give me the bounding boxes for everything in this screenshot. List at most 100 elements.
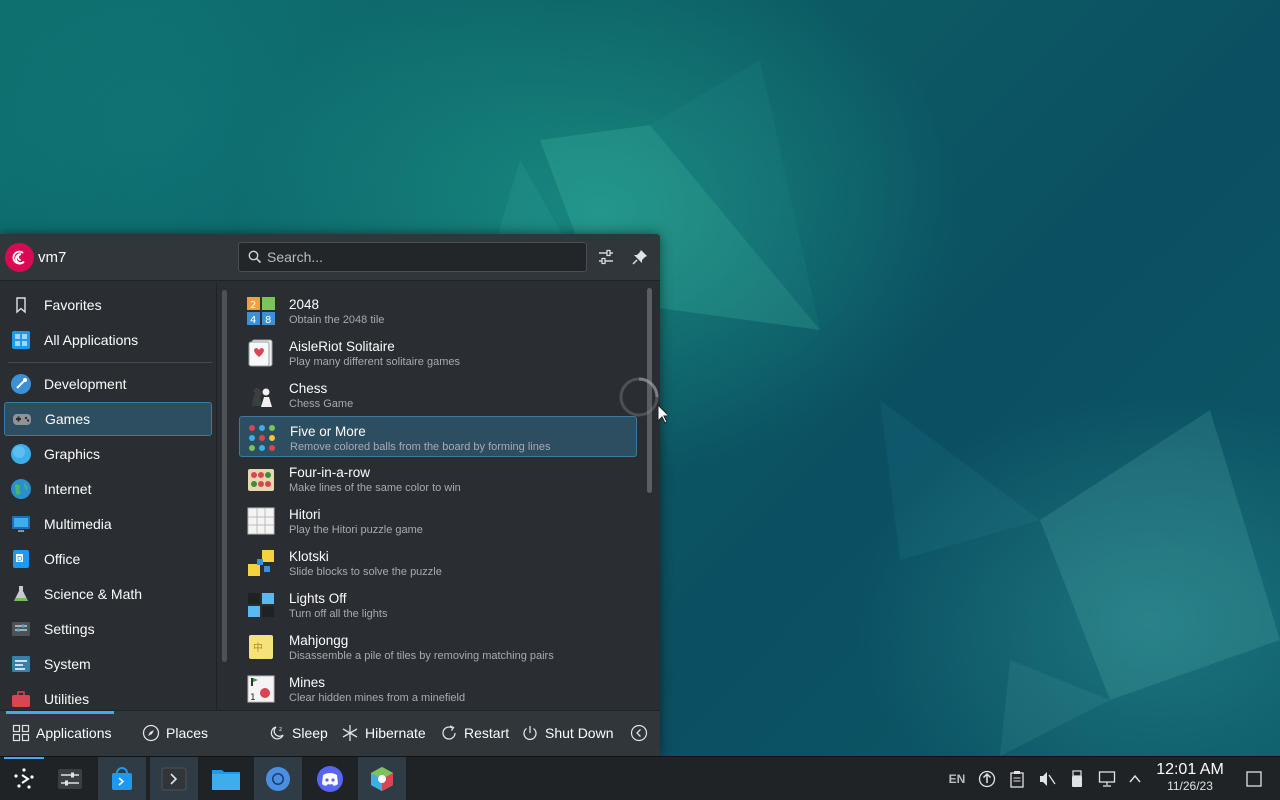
list-item[interactable]: 1 Mines Clear hidden mines from a minefi… <box>239 668 637 709</box>
taskbar-konsole[interactable] <box>150 757 198 800</box>
sidebar-item-settings[interactable]: Settings <box>4 612 212 646</box>
chess-icon <box>252 387 272 407</box>
list-item[interactable]: Four-in-a-row Make lines of the same col… <box>239 458 637 499</box>
sidebar-item-office[interactable]: D Office <box>4 542 212 576</box>
sidebar-item-games[interactable]: Games <box>4 402 212 436</box>
list-item[interactable]: AisleRiot Solitaire Play many different … <box>239 332 637 373</box>
flask-icon <box>14 586 28 601</box>
sidebar-item-favorites[interactable]: Favorites <box>4 288 212 322</box>
five-or-more-icon <box>249 425 275 451</box>
graphics-icon <box>11 444 31 464</box>
sidebar-item-label: Internet <box>44 481 92 497</box>
sidebar-item-label: Multimedia <box>44 516 112 532</box>
taskbar-discord[interactable] <box>306 757 354 800</box>
clipboard-icon <box>1010 771 1024 788</box>
sliders-icon <box>599 249 613 265</box>
show-desktop-button[interactable] <box>1244 769 1264 789</box>
search-box[interactable] <box>238 242 587 272</box>
sidebar-divider <box>8 362 212 363</box>
list-item[interactable]: 中 Mahjongg Disassemble a pile of tiles b… <box>239 626 637 667</box>
keyboard-layout-indicator[interactable]: EN <box>945 769 969 789</box>
pane-separator <box>216 282 217 710</box>
tray-updates[interactable] <box>976 769 998 789</box>
sidebar-item-internet[interactable]: Internet <box>4 472 212 506</box>
list-item[interactable]: Klotski Slide blocks to solve the puzzle <box>239 542 637 583</box>
shutdown-button[interactable]: Shut Down <box>521 724 613 742</box>
search-input[interactable] <box>267 243 577 271</box>
sidebar-item-utilities[interactable]: Utilities <box>4 682 212 710</box>
sidebar-scrollbar[interactable] <box>222 290 227 662</box>
app-name: 2048 <box>289 297 320 312</box>
network-wired-icon <box>1098 771 1116 787</box>
sidebar-item-science-math[interactable]: Science & Math <box>4 577 212 611</box>
list-item-selected[interactable]: Five or More Remove colored balls from t… <box>239 416 637 457</box>
hibernate-label: Hibernate <box>365 725 426 741</box>
chromium-icon <box>266 767 290 791</box>
snowflake-icon <box>342 725 358 741</box>
svg-text:4: 4 <box>250 315 256 326</box>
digital-clock[interactable]: 12:01 AM 11/26/23 <box>1152 761 1228 794</box>
svg-text:8: 8 <box>265 315 271 326</box>
chevron-up-icon <box>1129 774 1141 783</box>
tab-places[interactable]: Places <box>142 724 208 742</box>
svg-text:中: 中 <box>253 641 263 654</box>
lights-off-icon <box>248 593 274 617</box>
taskbar-system-settings[interactable] <box>46 757 94 800</box>
sidebar-item-label: Office <box>44 551 81 567</box>
app-name: Hitori <box>289 507 321 522</box>
compass-icon <box>142 724 160 742</box>
sidebar-item-graphics[interactable]: Graphics <box>4 437 212 471</box>
sidebar-item-development[interactable]: Development <box>4 367 212 401</box>
shutdown-label: Shut Down <box>545 725 614 741</box>
sidebar-item-label: Favorites <box>44 297 102 313</box>
discover-store-icon <box>112 767 132 790</box>
hibernate-button[interactable]: Hibernate <box>341 724 426 742</box>
restart-label: Restart <box>464 725 510 741</box>
development-icon <box>11 374 31 394</box>
app-description: Clear hidden mines from a minefield <box>289 692 466 704</box>
taskbar-file-manager[interactable] <box>202 757 250 800</box>
sidebar-item-all-applications[interactable]: All Applications <box>4 323 212 357</box>
mines-icon: 1 <box>247 675 275 703</box>
tray-removable-devices[interactable] <box>1066 769 1088 789</box>
app-description: Make lines of the same color to win <box>289 482 461 494</box>
sidebar-item-multimedia[interactable]: Multimedia <box>4 507 212 541</box>
app-description: Slide blocks to solve the puzzle <box>289 566 442 578</box>
launcher-active-indicator <box>4 757 44 759</box>
app-description: Obtain the 2048 tile <box>289 314 385 326</box>
list-item[interactable]: 2 4 8 2048 Obtain the 2048 tile <box>239 290 637 331</box>
avatar[interactable] <box>5 243 34 272</box>
list-item[interactable]: Hitori Play the Hitori puzzle game <box>239 500 637 541</box>
app-name: Lights Off <box>289 591 347 606</box>
sleep-button[interactable]: z Sleep <box>268 724 328 742</box>
launcher-button[interactable] <box>0 757 48 800</box>
sidebar-item-label: System <box>44 656 91 672</box>
tray-volume[interactable] <box>1036 769 1058 789</box>
list-item[interactable]: Lights Off Turn off all the lights <box>239 584 637 625</box>
svg-text:D: D <box>17 555 22 563</box>
taskbar-discover[interactable] <box>98 757 146 800</box>
app-description: Play the Hitori puzzle game <box>289 524 423 536</box>
active-tab-indicator <box>6 711 114 714</box>
kde-launcher-icon <box>14 768 34 789</box>
utilities-icon <box>12 691 30 707</box>
multimedia-icon <box>12 516 30 532</box>
configure-button[interactable] <box>595 246 617 268</box>
pin-button[interactable] <box>629 246 651 268</box>
taskbar-app-installer[interactable] <box>358 757 406 800</box>
applications-grid-icon <box>12 724 30 742</box>
taskbar-browser[interactable] <box>254 757 302 800</box>
launcher-header: vm7 <box>0 234 660 281</box>
list-item[interactable]: Chess Chess Game <box>239 374 637 415</box>
more-options-button[interactable] <box>630 724 654 742</box>
tab-applications[interactable]: Applications <box>12 724 112 742</box>
mahjongg-icon: 中 <box>249 635 273 659</box>
sidebar-item-system[interactable]: System <box>4 647 212 681</box>
app-name: Four-in-a-row <box>289 465 371 480</box>
tray-network[interactable] <box>1096 769 1118 789</box>
restart-button[interactable]: Restart <box>440 724 509 742</box>
app-description: Remove colored balls from the board by f… <box>290 441 551 453</box>
system-icon <box>12 656 30 672</box>
tray-expand-button[interactable] <box>1125 769 1145 789</box>
tray-clipboard[interactable] <box>1006 769 1028 789</box>
